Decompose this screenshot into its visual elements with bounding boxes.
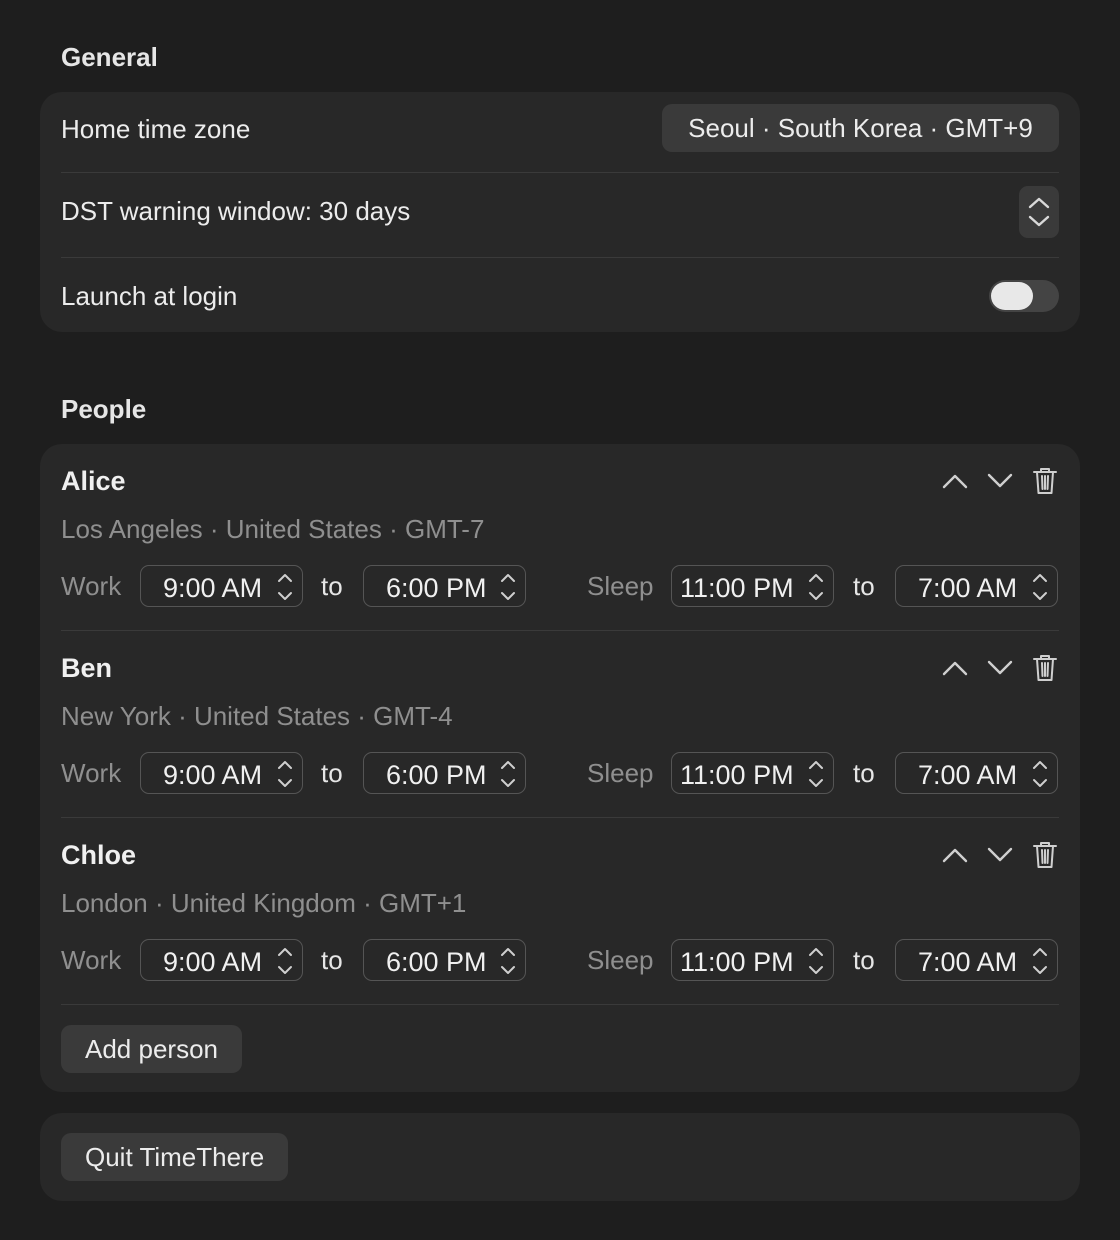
work-end-value: 6:00 PM [386,760,487,790]
person-row: Ben New York · United States · GMT-4 Wor… [40,631,1080,818]
trash-icon[interactable] [1028,653,1062,683]
stepper-icon[interactable] [277,945,293,982]
divider [61,172,1059,173]
chevron-down-icon[interactable] [1028,215,1050,227]
stepper-icon[interactable] [1032,571,1048,608]
work-start-value: 9:00 AM [163,573,263,603]
divider [61,257,1059,258]
person-row: Alice Los Angeles · United States · GMT-… [40,444,1080,631]
sleep-start-value: 11:00 PM [680,760,794,790]
sleep-label: Sleep [587,758,654,788]
work-label: Work [61,758,122,788]
chevron-down-icon[interactable] [983,466,1017,496]
sleep-start-value: 11:00 PM [680,947,794,977]
quit-button[interactable]: Quit TimeThere [61,1133,289,1181]
sleep-start-picker[interactable]: 11:00 PM [671,565,834,607]
home-time-zone-label: Home time zone [61,114,251,144]
launch-at-login-label: Launch at login [61,281,238,311]
person-location: New York · United States · GMT-4 [61,701,453,731]
divider [61,1004,1059,1005]
chevron-down-icon[interactable] [983,840,1017,870]
chevron-down-icon[interactable] [983,653,1017,683]
stepper-icon[interactable] [277,758,293,795]
people-card: Alice Los Angeles · United States · GMT-… [40,444,1080,1092]
chevron-up-icon[interactable] [938,840,972,870]
stepper-icon[interactable] [1032,758,1048,795]
to-label: to [853,945,875,975]
to-label: to [321,571,343,601]
sleep-start-picker[interactable]: 11:00 PM [671,939,834,981]
trash-icon[interactable] [1028,840,1062,870]
to-label: to [321,758,343,788]
stepper-icon[interactable] [808,945,824,982]
person-name: Ben [61,653,113,683]
stepper-icon[interactable] [277,571,293,608]
stepper-icon[interactable] [500,758,516,795]
add-person-button[interactable]: Add person [61,1025,242,1073]
to-label: to [853,571,875,601]
quit-card: Quit TimeThere [40,1113,1080,1201]
chevron-up-icon[interactable] [938,466,972,496]
work-label: Work [61,571,122,601]
dst-warning-label: DST warning window: 30 days [61,196,411,226]
work-start-picker[interactable]: 9:00 AM [140,752,303,794]
work-start-picker[interactable]: 9:00 AM [140,939,303,981]
to-label: to [853,758,875,788]
people-section-title: People [61,394,147,424]
general-section-title: General [61,42,158,72]
person-name: Chloe [61,840,137,870]
work-end-picker[interactable]: 6:00 PM [363,565,526,607]
chevron-up-icon[interactable] [1028,197,1050,209]
to-label: to [321,945,343,975]
work-start-picker[interactable]: 9:00 AM [140,565,303,607]
home-time-zone-picker[interactable]: Seoul · South Korea · GMT+9 [662,104,1059,152]
sleep-start-picker[interactable]: 11:00 PM [671,752,834,794]
sleep-end-value: 7:00 AM [918,760,1018,790]
work-start-value: 9:00 AM [163,760,263,790]
work-label: Work [61,945,122,975]
launch-at-login-toggle[interactable] [989,280,1059,312]
sleep-end-picker[interactable]: 7:00 AM [895,939,1058,981]
sleep-start-value: 11:00 PM [680,573,794,603]
stepper-icon[interactable] [500,945,516,982]
sleep-end-value: 7:00 AM [918,573,1018,603]
person-row: Chloe London · United Kingdom · GMT+1 Wo… [40,818,1080,1005]
person-location: London · United Kingdom · GMT+1 [61,888,467,918]
sleep-end-picker[interactable]: 7:00 AM [895,565,1058,607]
work-start-value: 9:00 AM [163,947,263,977]
person-location: Los Angeles · United States · GMT-7 [61,514,485,544]
general-card: Home time zone Seoul · South Korea · GMT… [40,92,1080,332]
stepper-icon[interactable] [808,571,824,608]
sleep-label: Sleep [587,945,654,975]
dst-warning-stepper[interactable] [1019,186,1059,238]
chevron-up-icon[interactable] [938,653,972,683]
work-end-value: 6:00 PM [386,947,487,977]
sleep-label: Sleep [587,571,654,601]
work-end-picker[interactable]: 6:00 PM [363,752,526,794]
toggle-knob [991,282,1033,310]
trash-icon[interactable] [1028,466,1062,496]
person-name: Alice [61,466,126,496]
sleep-end-value: 7:00 AM [918,947,1018,977]
work-end-picker[interactable]: 6:00 PM [363,939,526,981]
sleep-end-picker[interactable]: 7:00 AM [895,752,1058,794]
stepper-icon[interactable] [808,758,824,795]
stepper-icon[interactable] [1032,945,1048,982]
work-end-value: 6:00 PM [386,573,487,603]
stepper-icon[interactable] [500,571,516,608]
